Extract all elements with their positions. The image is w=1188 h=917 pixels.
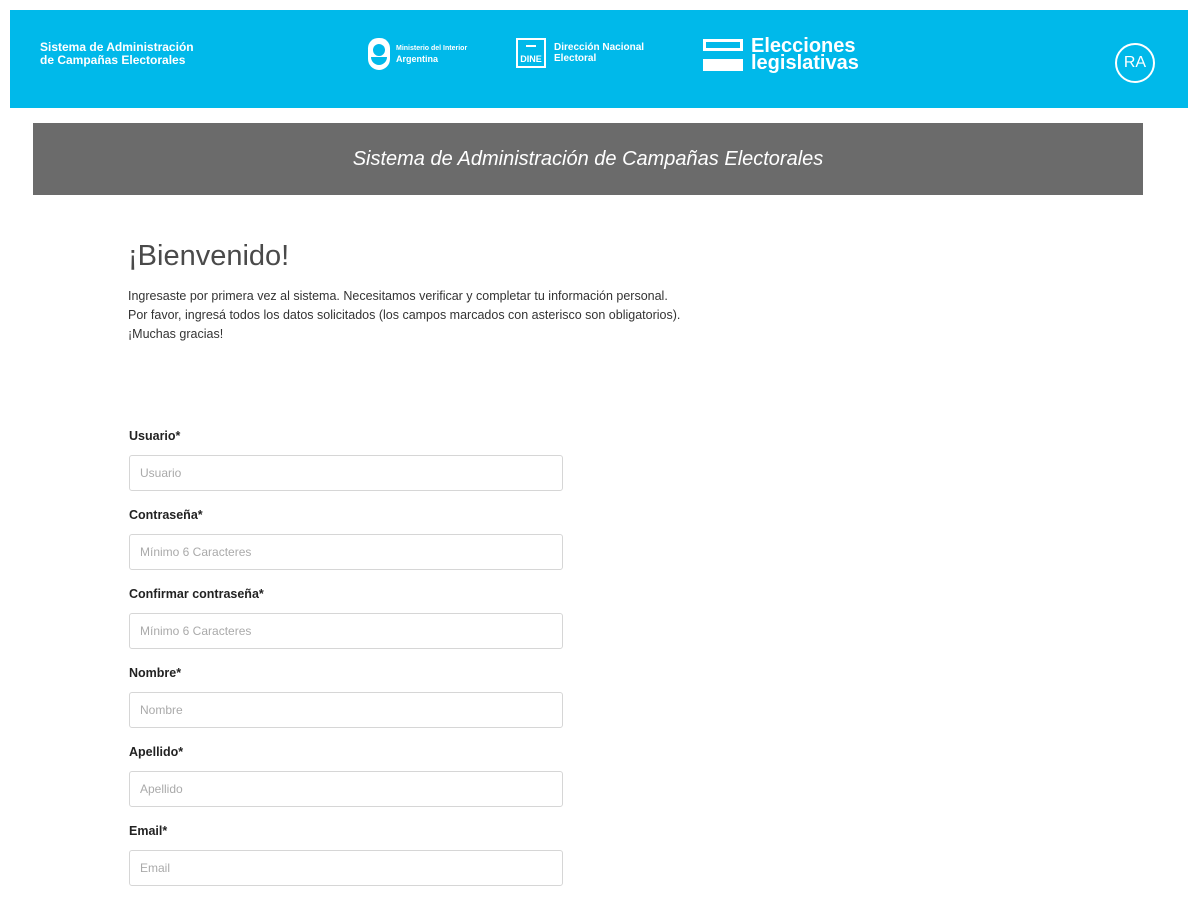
email-label: Email* <box>129 824 168 838</box>
contrasena-label: Contraseña* <box>129 508 203 522</box>
top-header: Sistema de Administración de Campañas El… <box>10 10 1188 108</box>
elecciones-logo[interactable]: Elecciones legislativas <box>703 36 859 74</box>
welcome-message: Ingresaste por primera vez al sistema. N… <box>128 287 680 344</box>
field-nombre: Nombre* <box>129 667 563 746</box>
banner-title: Sistema de Administración de Campañas El… <box>352 147 824 170</box>
confirmar-contrasena-input[interactable] <box>129 613 563 649</box>
field-confirmar-contrasena: Confirmar contraseña* <box>129 588 563 667</box>
ra-badge[interactable]: RA <box>1115 43 1155 83</box>
field-contrasena: Contraseña* <box>129 509 563 588</box>
welcome-title: ¡Bienvenido! <box>128 240 290 272</box>
field-usuario: Usuario* <box>129 430 563 509</box>
confirmar-contrasena-label: Confirmar contraseña* <box>129 587 264 601</box>
contrasena-input[interactable] <box>129 534 563 570</box>
welcome-line1: Ingresaste por primera vez al sistema. N… <box>128 289 668 303</box>
usuario-label: Usuario* <box>129 429 181 443</box>
registration-form: Usuario* Contraseña* Confirmar contraseñ… <box>129 430 563 904</box>
nombre-label: Nombre* <box>129 666 182 680</box>
app-name-line2: de Campañas Electorales <box>40 53 186 67</box>
dine-logo-icon: DINE <box>516 38 546 68</box>
apellido-input[interactable] <box>129 771 563 807</box>
welcome-line3: ¡Muchas gracias! <box>128 327 224 341</box>
ministerio-line2: Argentina <box>396 54 439 64</box>
usuario-input[interactable] <box>129 455 563 491</box>
dine-mark: DINE <box>520 54 542 64</box>
app-name[interactable]: Sistema de Administración de Campañas El… <box>40 41 194 67</box>
ministerio-line1: Ministerio del Interior <box>396 45 468 52</box>
dine-logo[interactable]: DINE Dirección Nacional Electoral <box>516 38 644 68</box>
email-input[interactable] <box>129 850 563 886</box>
apellido-label: Apellido* <box>129 745 184 759</box>
escudo-nacional-icon <box>368 38 390 70</box>
dine-line1: Dirección Nacional <box>554 42 645 53</box>
elecciones-logo-icon <box>703 39 743 71</box>
elecciones-line2: legislativas <box>751 52 859 74</box>
page-banner: Sistema de Administración de Campañas El… <box>33 123 1143 195</box>
welcome-line2: Por favor, ingresá todos los datos solic… <box>128 308 681 322</box>
field-email: Email* <box>129 825 563 904</box>
ministerio-logo[interactable]: Ministerio del Interior Argentina <box>368 38 467 70</box>
dine-line2: Electoral <box>554 53 597 64</box>
nombre-input[interactable] <box>129 692 563 728</box>
field-apellido: Apellido* <box>129 746 563 825</box>
